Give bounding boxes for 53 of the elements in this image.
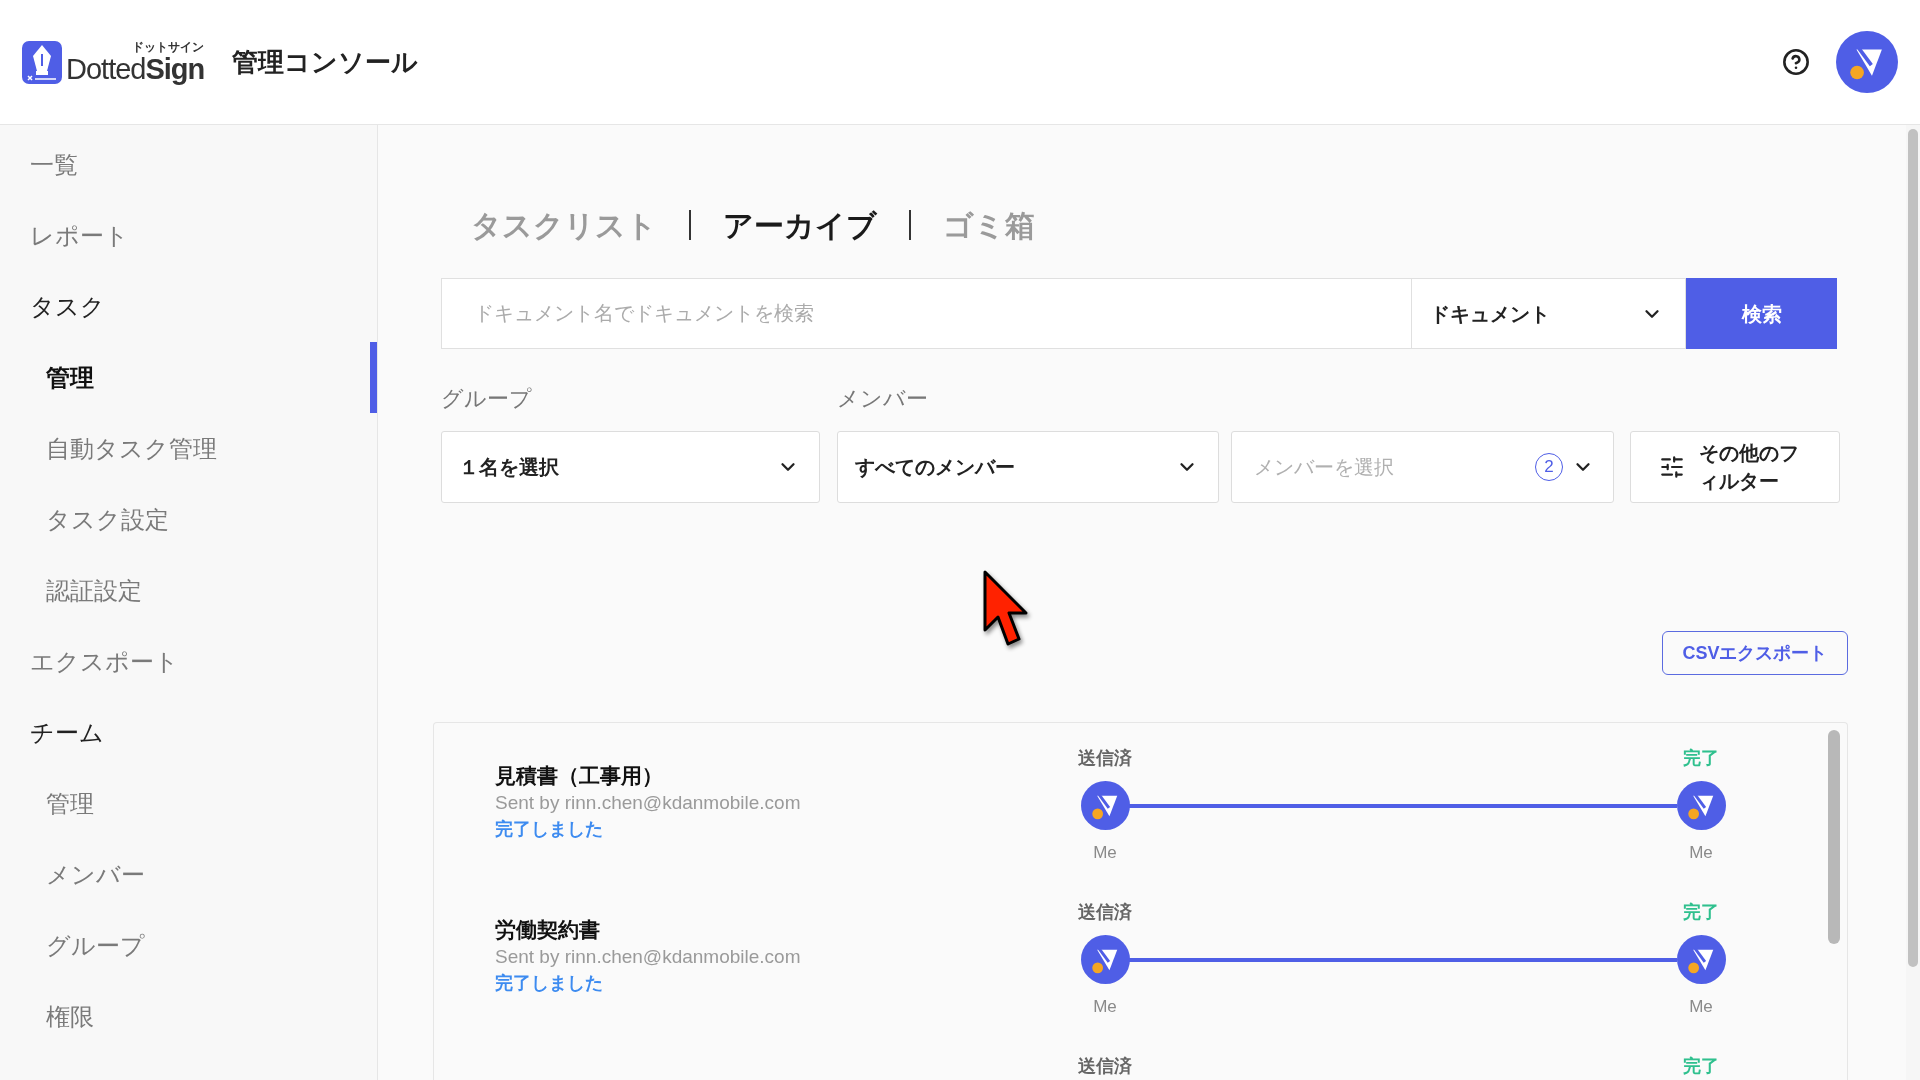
nav-item[interactable]: グループ [0, 910, 377, 981]
signer-name: Me [1093, 842, 1117, 864]
step-label: 送信済 [1078, 901, 1132, 924]
task-title[interactable]: 労働契約書 [495, 915, 600, 944]
nav-item[interactable]: 一覧 [0, 129, 377, 200]
step-label: 送信済 [1078, 1055, 1132, 1078]
nav-item[interactable]: エクスポート [0, 626, 377, 697]
nav-item[interactable]: 管理 [0, 768, 377, 839]
avatar-icon [1676, 781, 1726, 830]
nav-item[interactable]: 自動タスク管理 [0, 413, 377, 484]
nav-item[interactable]: タスク設定 [0, 484, 377, 555]
task-title[interactable]: 見積書（工事用） [495, 761, 663, 790]
avatar-icon [1080, 781, 1130, 830]
filter-label: グループ [441, 386, 532, 412]
step-label: 完了 [1683, 1055, 1719, 1078]
group-select[interactable]: １名を選択 [441, 431, 820, 503]
status-text: 完了しました [495, 817, 603, 841]
scrollbar-thumb[interactable] [1828, 730, 1840, 944]
signer-name: Me [1093, 996, 1117, 1018]
nav-item[interactable]: チーム [0, 697, 377, 768]
nav-item[interactable]: 権限 [0, 981, 377, 1052]
more-filters-button[interactable]: その他のフィルター [1630, 431, 1840, 503]
tab[interactable]: アーカイブ [723, 202, 877, 248]
status-text: 完了しました [495, 971, 603, 995]
csv-export-button[interactable]: CSVエクスポート [1662, 631, 1848, 675]
nav-item[interactable]: 認証設定 [0, 555, 377, 626]
nav-item[interactable]: メンバー [0, 839, 377, 910]
help-icon[interactable] [1782, 48, 1810, 76]
logo-wordmark: DottedSign [66, 53, 205, 84]
filter-label: メンバー [837, 386, 928, 412]
avatar-icon[interactable] [1836, 31, 1898, 93]
sliders-icon [1659, 454, 1685, 480]
sender-text: Sent by rinn.chen@kdanmobile.com [495, 944, 801, 969]
avatar-icon [1080, 935, 1130, 984]
tab[interactable]: ゴミ箱 [943, 202, 1035, 248]
sender-text: Sent by rinn.chen@kdanmobile.com [495, 790, 801, 815]
nav-item[interactable]: タスク [0, 271, 377, 342]
scope-dropdown[interactable]: ドキュメント [1412, 278, 1686, 349]
tab[interactable]: タスクリスト [471, 202, 657, 248]
logo-kana: ドットサイン [132, 40, 205, 54]
scrollbar-thumb[interactable] [1908, 129, 1918, 967]
signer-name: Me [1689, 842, 1713, 864]
pen-nib-icon [22, 40, 62, 84]
step-label: 完了 [1683, 747, 1719, 770]
search-field[interactable]: ドキュメント名でドキュメントを検索 [441, 278, 1412, 349]
search-button[interactable]: 検索 [1686, 278, 1837, 349]
step-label: 完了 [1683, 901, 1719, 924]
member-select[interactable]: すべてのメンバー [837, 431, 1219, 503]
step-label: 送信済 [1078, 747, 1132, 770]
console-title: 管理コンソール [232, 45, 419, 79]
nav-item[interactable]: レポート [0, 200, 377, 271]
avatar-icon [1676, 935, 1726, 984]
signer-name: Me [1689, 996, 1713, 1018]
